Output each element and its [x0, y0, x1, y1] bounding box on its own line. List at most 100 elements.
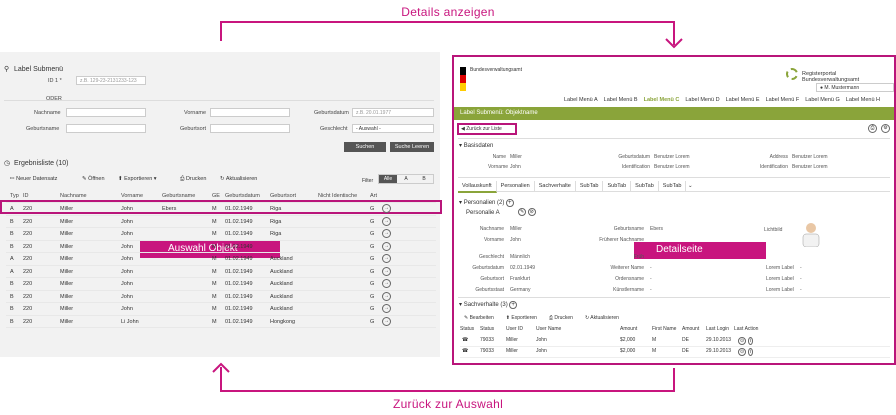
table-cell: Miller — [60, 206, 74, 212]
col-art[interactable]: Art — [370, 193, 377, 199]
table-cell: 01.02.1949 — [225, 293, 253, 300]
row-action-icon[interactable]: → — [382, 254, 391, 263]
table-cell: Miller — [60, 218, 74, 225]
tab-subtab[interactable]: SubTab — [603, 181, 632, 191]
view-icon[interactable]: ⊙ — [738, 337, 747, 345]
row-action-icon[interactable]: → — [382, 229, 391, 238]
col-id[interactable]: ID — [23, 193, 29, 199]
sach-col[interactable]: Last Action — [734, 326, 758, 332]
row-action-icon[interactable]: → — [382, 291, 391, 301]
row-action-icon[interactable]: → — [382, 241, 391, 251]
tab-subtab[interactable]: SubTab — [659, 181, 687, 191]
tab-personalien[interactable]: Personalien — [497, 181, 535, 191]
user-menu[interactable]: ● M. Mustermann — [816, 83, 894, 92]
col-nachname[interactable]: Nachname — [60, 193, 87, 199]
open-button[interactable]: ✎ Öffnen — [82, 176, 105, 182]
sach-col[interactable]: Last Login — [706, 326, 729, 332]
menu-item[interactable]: Label Menü E — [726, 97, 760, 103]
filter-option-b[interactable]: B — [415, 175, 433, 183]
print-button[interactable]: ⎙ Drucken — [180, 176, 206, 183]
view-icon[interactable]: ⊙ — [738, 348, 747, 356]
table-row[interactable]: B 220 Miller John M 01.02.1949 Auckland G → — [6, 291, 436, 303]
menu-item[interactable]: Label Menü B — [604, 97, 638, 103]
tab-subtab[interactable]: SubTab — [631, 181, 659, 191]
col-typ[interactable]: Typ — [10, 193, 19, 199]
sach-toolbar-button[interactable]: ↻ Aktualisieren — [585, 315, 619, 321]
tab-subtab[interactable]: SubTab — [576, 181, 604, 191]
sachverhalte-title[interactable]: ▾ Sachverhalte (3) + — [459, 301, 517, 309]
geburtsort-input[interactable] — [210, 124, 290, 133]
menu-item[interactable]: Label Menü C — [644, 97, 680, 103]
row-action-icon[interactable]: → — [382, 316, 391, 326]
col-geburtsdatum[interactable]: Geburtsdatum — [225, 193, 260, 199]
row-action-icon[interactable]: → — [382, 204, 391, 213]
row-action-icon[interactable]: → — [382, 279, 391, 288]
table-row[interactable]: A 220 Miller John M 01.02.1949 Auckland G → — [6, 253, 436, 266]
table-row[interactable]: B 220 Miller John M 01.02.1949 Riga G → — [6, 216, 436, 228]
col-nicht-identische[interactable]: Nicht Identische — [318, 193, 357, 199]
search-button[interactable]: Suchen — [344, 142, 386, 152]
table-cell: G — [370, 218, 375, 225]
table-row[interactable]: B 220 Miller John M 01.02.1949 Auckland G → — [6, 278, 436, 291]
chevron-down-icon[interactable]: ⌄ — [686, 183, 693, 189]
table-cell: Auckland — [270, 293, 293, 300]
info-icon[interactable]: i — [748, 348, 754, 356]
geburtsdatum-input[interactable]: z.B. 20.01.1977 — [352, 108, 434, 117]
print-icon[interactable]: ⎙ — [868, 124, 877, 133]
filter-option-a[interactable]: A — [397, 175, 415, 183]
sach-toolbar-button[interactable]: ⬆ Exportieren — [506, 315, 537, 321]
new-record-button[interactable]: ✏ Neuer Datensatz — [10, 176, 57, 182]
sach-toolbar-button[interactable]: ⎙ Drucken — [549, 315, 573, 321]
edit-icon[interactable]: ✎ — [518, 208, 527, 216]
menu-item[interactable]: Label Menü F — [766, 97, 800, 103]
settings-icon[interactable]: ⚙ — [881, 124, 890, 133]
menu-item[interactable]: Label Menü D — [685, 97, 719, 103]
col-geburtsname[interactable]: Geburtsname — [162, 193, 195, 199]
table-row[interactable]: B 220 Miller John M 01.02.1949 Riga G → — [6, 228, 436, 241]
sach-col[interactable]: Amount — [620, 326, 637, 332]
vorname-input[interactable] — [210, 108, 290, 117]
menu-item[interactable]: Label Menü G — [805, 97, 840, 103]
pers-value: Frankfurt — [510, 276, 531, 282]
table-row[interactable]: B 220 Miller John M 01.02.1949 G → — [6, 241, 436, 253]
sach-toolbar-button[interactable]: ✎ Bearbeiten — [464, 315, 494, 321]
menu-item[interactable]: Label Menü A — [564, 97, 598, 103]
col-geburtsort[interactable]: Geburtsort — [270, 193, 296, 199]
table-row[interactable]: B 220 Miller Li John M 01.02.1949 Hongkong G → — [6, 316, 436, 328]
info-icon[interactable]: i — [748, 337, 754, 345]
tab-sachverhalte[interactable]: Sachverhalte — [535, 181, 576, 191]
nachname-input[interactable] — [66, 108, 146, 117]
geburtsname-input[interactable] — [66, 124, 146, 133]
row-action-icon[interactable]: → — [382, 216, 391, 226]
sach-col[interactable]: User Name — [536, 326, 561, 332]
sach-col[interactable]: Status — [460, 326, 474, 332]
basisdaten-title[interactable]: ▾ Basisdaten — [459, 142, 493, 149]
filter-option-alle[interactable]: Alle — [379, 175, 397, 183]
tab-vollauskunft[interactable]: Vollauskunft — [458, 181, 497, 193]
export-button[interactable]: ⬆ Exportieren ▾ — [118, 176, 157, 182]
refresh-button[interactable]: ↻ Aktualisieren — [220, 176, 257, 182]
table-cell: Auckland — [270, 268, 293, 275]
reset-button[interactable]: Suche Leeren — [390, 142, 434, 152]
id-input[interactable]: z.B. 129-23-2131233-123 — [76, 76, 146, 85]
table-row[interactable]: B 220 Miller John M 01.02.1949 Auckland G → — [6, 303, 436, 316]
sach-col[interactable]: Status — [480, 326, 494, 332]
menu-item[interactable]: Label Menü H — [846, 97, 880, 103]
row-action-icon[interactable]: → — [382, 304, 391, 313]
col-vorname[interactable]: Vorname — [121, 193, 143, 199]
geschlecht-select[interactable]: - Auswahl - — [352, 124, 434, 133]
sach-col[interactable]: User ID — [506, 326, 523, 332]
table-row[interactable]: A 220 Miller John M 01.02.1949 Auckland G → — [6, 266, 436, 278]
personalien-title[interactable]: ▾ Personalien (2) + — [459, 199, 514, 207]
sach-col[interactable]: First Name — [652, 326, 676, 332]
row-action-icon[interactable]: → — [382, 266, 391, 276]
back-to-list-button[interactable]: ◀ Zurück zur Liste — [457, 123, 517, 135]
sach-row[interactable]: ☎ 79033 Miller John $2,000 M DE 29.10.2013 ⊙ i — [460, 348, 890, 358]
delete-icon[interactable]: ⊘ — [527, 208, 536, 216]
table-row[interactable]: A 220 Miller John Ebers M 01.02.1949 Riga G → — [6, 203, 436, 216]
sach-row[interactable]: ☎ 79033 Miller John $2,000 M DE 29.10.2013 ⊙ i — [460, 337, 890, 347]
add-sach-icon[interactable]: + — [509, 301, 517, 309]
add-icon[interactable]: + — [506, 199, 514, 207]
sach-col[interactable]: Amount — [682, 326, 699, 332]
col-ge[interactable]: GE — [212, 193, 220, 199]
